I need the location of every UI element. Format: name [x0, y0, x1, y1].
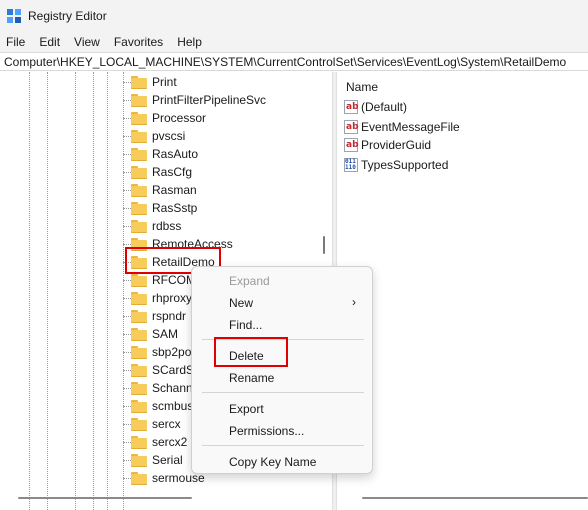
tree-key-scmbus[interactable]: scmbus	[123, 397, 193, 415]
values-horizontal-scrollbar[interactable]	[362, 497, 588, 499]
tree-key-rspndr[interactable]: rspndr	[123, 307, 186, 325]
folder-icon	[131, 165, 147, 179]
tree-key-sbp2port[interactable]: sbp2po	[123, 343, 191, 361]
folder-icon	[131, 327, 147, 341]
tree-key-schannel[interactable]: Schann	[123, 379, 193, 397]
value-row-eventmessagefile[interactable]: ab EventMessageFile	[344, 118, 460, 136]
tree-guide-line	[75, 72, 76, 510]
folder-icon	[131, 129, 147, 143]
binary-value-icon: 011 110	[344, 158, 358, 172]
tree-key-sam[interactable]: SAM	[123, 325, 178, 343]
tree-guide-line	[29, 72, 30, 510]
name-column-header[interactable]: Name	[346, 80, 378, 94]
tree-guide-line	[107, 72, 108, 510]
folder-icon	[131, 309, 147, 323]
tree-vertical-scrollbar[interactable]	[323, 236, 325, 254]
string-value-icon: ab	[344, 120, 359, 134]
address-bar[interactable]: Computer\HKEY_LOCAL_MACHINE\SYSTEM\Curre…	[0, 52, 588, 71]
menu-item-expand: Expand	[229, 274, 270, 288]
menu-help[interactable]: Help	[170, 33, 209, 51]
folder-icon	[131, 201, 147, 215]
registry-editor-icon	[7, 9, 21, 23]
menu-item-find[interactable]: Find...	[229, 318, 262, 332]
string-value-icon: ab	[344, 100, 359, 114]
tree-key-rasauto[interactable]: RasAuto	[123, 145, 198, 163]
tree-key-processor[interactable]: Processor	[123, 109, 206, 127]
menu-edit[interactable]: Edit	[32, 33, 67, 51]
tree-key-printfilterpipelinesvc[interactable]: PrintFilterPipelineSvc	[123, 91, 266, 109]
chevron-right-icon: ›	[352, 295, 356, 309]
tree-key-sercx[interactable]: sercx	[123, 415, 181, 433]
tree-key-rhproxy[interactable]: rhproxy	[123, 289, 192, 307]
delete-highlight-box	[214, 337, 288, 367]
folder-icon	[131, 345, 147, 359]
tree-key-rasman[interactable]: Rasman	[123, 181, 197, 199]
folder-icon	[131, 147, 147, 161]
menu-view[interactable]: View	[67, 33, 107, 51]
tree-key-sercx2[interactable]: sercx2	[123, 433, 187, 451]
value-row-providerguid[interactable]: ab ProviderGuid	[344, 136, 431, 154]
title-bar: Registry Editor	[0, 0, 588, 32]
folder-icon	[131, 291, 147, 305]
folder-icon	[131, 471, 147, 485]
value-row-typessupported[interactable]: 011 110 TypesSupported	[344, 156, 448, 174]
folder-icon	[131, 435, 147, 449]
menu-separator	[202, 445, 364, 446]
folder-icon	[131, 417, 147, 431]
menu-file[interactable]: File	[0, 33, 32, 51]
folder-icon	[131, 183, 147, 197]
menu-item-rename[interactable]: Rename	[229, 371, 274, 385]
tree-guide-line	[47, 72, 48, 510]
folder-icon	[131, 381, 147, 395]
menu-item-permissions[interactable]: Permissions...	[229, 424, 304, 438]
string-value-icon: ab	[344, 138, 359, 152]
menu-bar: File Edit View Favorites Help	[0, 32, 588, 52]
folder-icon	[131, 219, 147, 233]
tree-key-pvscsi[interactable]: pvscsi	[123, 127, 185, 145]
tree-guide-line	[93, 72, 94, 510]
tree-key-print[interactable]: Print	[123, 73, 177, 91]
menu-item-export[interactable]: Export	[229, 402, 264, 416]
tree-key-scardsvr[interactable]: SCardS	[123, 361, 194, 379]
menu-item-copy-key-name[interactable]: Copy Key Name	[229, 455, 316, 469]
window-title: Registry Editor	[28, 9, 107, 23]
tree-key-serial[interactable]: Serial	[123, 451, 183, 469]
value-row-default[interactable]: ab (Default)	[344, 98, 407, 116]
folder-icon	[131, 453, 147, 467]
tree-horizontal-scrollbar[interactable]	[18, 497, 192, 499]
menu-item-new[interactable]: New	[229, 296, 253, 310]
tree-key-rascfg[interactable]: RasCfg	[123, 163, 192, 181]
context-menu: Expand New › Find... Delete Rename Expor…	[191, 266, 373, 474]
menu-favorites[interactable]: Favorites	[107, 33, 170, 51]
folder-icon	[131, 111, 147, 125]
tree-key-rassstp[interactable]: RasSstp	[123, 199, 197, 217]
tree-guide-line	[123, 72, 124, 510]
values-pane[interactable]: Name ab (Default) ab EventMessageFile ab…	[337, 72, 588, 510]
folder-icon	[131, 93, 147, 107]
menu-separator	[202, 392, 364, 393]
folder-icon	[131, 75, 147, 89]
folder-icon	[131, 273, 147, 287]
tree-key-rdbss[interactable]: rdbss	[123, 217, 181, 235]
folder-icon	[131, 363, 147, 377]
folder-icon	[131, 399, 147, 413]
